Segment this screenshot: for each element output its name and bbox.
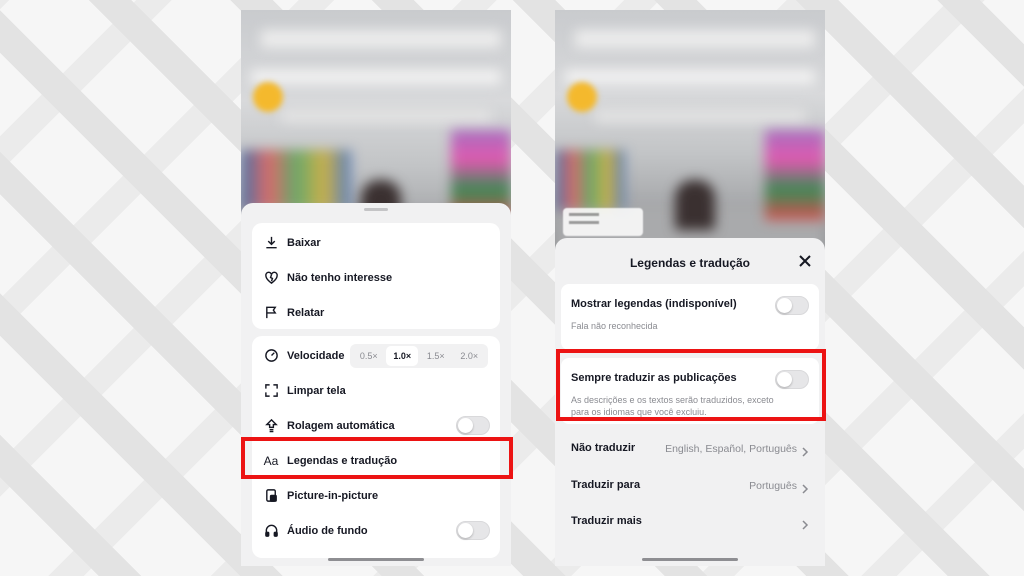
speed-option-1-5[interactable]: 1.5× [420,346,452,366]
show-captions-card: Mostrar legendas (indisponível) Fala não… [561,284,819,350]
fullscreen-icon [263,383,279,399]
chevron-right-icon [801,444,809,457]
pip-icon [263,488,279,504]
speed-selector: 0.5× 1.0× 1.5× 2.0× [350,343,488,368]
menu-item-not-interested[interactable]: Não tenho interesse [252,260,500,295]
translate-more-row[interactable]: Traduzir mais [561,503,819,539]
background-audio-toggle[interactable] [456,521,490,540]
panel-title: Legendas e tradução [629,256,751,270]
menu-item-picture-in-picture[interactable]: Picture-in-picture [252,478,500,513]
mini-menu-preview [563,208,643,236]
translate-to-row[interactable]: Traduzir para Português [561,467,819,503]
menu-item-label: Baixar [287,236,321,249]
left-phone-screen: Baixar Não tenho interesse Relatar Veloc… [241,10,511,566]
menu-item-label: Picture-in-picture [287,489,379,502]
dont-translate-title: Não traduzir [571,442,636,454]
menu-item-label: Áudio de fundo [287,524,368,537]
menu-item-download[interactable]: Baixar [252,225,500,260]
sheet-grabber[interactable] [364,208,388,211]
translate-to-title: Traduzir para [571,479,641,491]
menu-item-report[interactable]: Relatar [252,295,500,330]
menu-item-clear-screen[interactable]: Limpar tela [252,373,500,408]
home-indicator [328,558,424,561]
menu-item-label: Não tenho interesse [287,271,393,284]
dont-translate-row[interactable]: Não traduzir English, Español, Português [561,430,819,466]
menu-item-label: Velocidade [287,349,345,362]
right-phone-screen: Legendas e tradução Mostrar legendas (in… [555,10,825,566]
headphones-icon [263,523,279,539]
chevron-right-icon [801,481,809,494]
menu-item-background-audio: Áudio de fundo [252,513,500,548]
chevron-right-icon [801,517,809,530]
translate-more-title: Traduzir mais [571,515,642,527]
dont-translate-value: English, Español, Português [665,443,797,455]
speedometer-icon [263,348,279,364]
show-captions-title: Mostrar legendas (indisponível) [571,298,737,310]
autoscroll-toggle[interactable] [456,416,490,435]
home-indicator [642,558,738,561]
speed-option-0-5[interactable]: 0.5× [353,346,385,366]
translate-to-value: Português [749,480,797,492]
options-card-top: Baixar Não tenho interesse Relatar [252,223,500,329]
broken-heart-icon [263,270,279,286]
speed-option-1-0[interactable]: 1.0× [386,345,419,366]
show-captions-toggle[interactable] [775,296,809,315]
menu-item-label: Rolagem automática [287,419,395,432]
highlight-always-translate [556,349,826,421]
flag-icon [263,305,279,321]
menu-item-speed: Velocidade 0.5× 1.0× 1.5× 2.0× [252,338,500,373]
menu-item-label: Limpar tela [287,384,346,397]
close-icon[interactable] [797,253,813,269]
download-icon [263,235,279,251]
speed-option-2-0[interactable]: 2.0× [453,346,485,366]
scroll-up-icon [263,418,279,434]
show-captions-desc: Fala não reconhecida [571,321,658,331]
highlight-captions-item [241,437,513,479]
menu-item-label: Relatar [287,306,325,319]
options-sheet: Baixar Não tenho interesse Relatar Veloc… [241,203,511,566]
